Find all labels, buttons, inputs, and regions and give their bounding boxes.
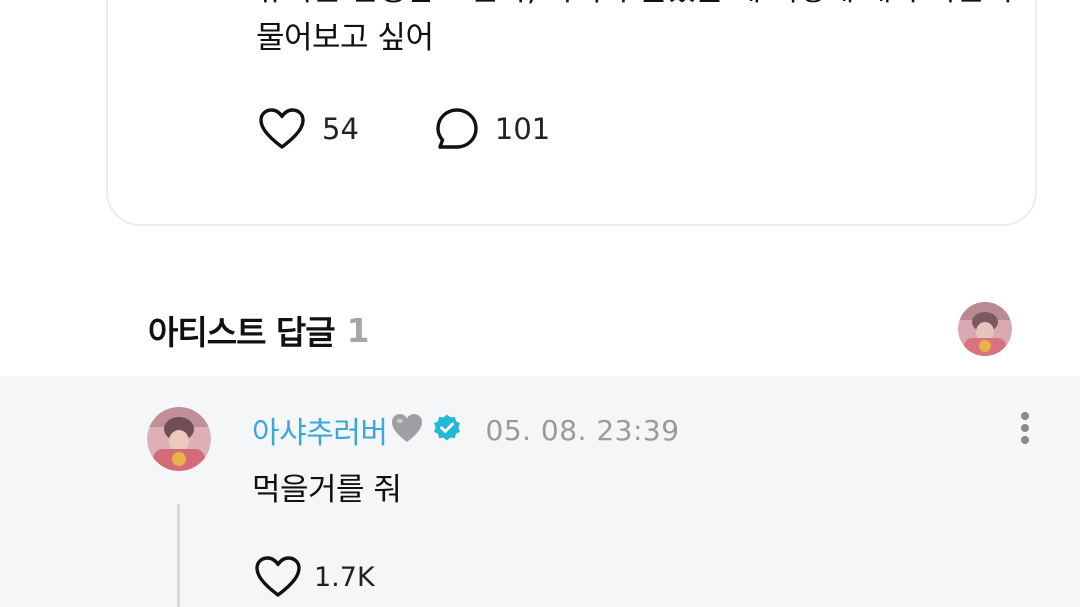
artist-avatar-small[interactable] bbox=[958, 302, 1012, 356]
reply-author-avatar[interactable] bbox=[147, 407, 211, 471]
reply-timestamp: 05. 08. 23:39 bbox=[485, 413, 680, 447]
post-card: 유치원 선생님 도훈아, 아이가 울었을 때 어떻게 해야 하는지 물어보고 싶… bbox=[106, 0, 1037, 226]
post-comment-button[interactable]: 101 bbox=[435, 107, 550, 151]
artist-photo-icon bbox=[958, 302, 1012, 356]
grey-heart-icon bbox=[390, 412, 424, 448]
heart-outline-icon bbox=[255, 556, 301, 597]
post-comment-count: 101 bbox=[494, 112, 551, 146]
reply-like-count: 1.7K bbox=[314, 561, 375, 593]
reply-author-name[interactable]: 아샤추러버 bbox=[252, 408, 388, 452]
reply-text: 먹을거를 줘 bbox=[252, 472, 402, 508]
post-actions: 54 101 bbox=[258, 106, 626, 152]
post-like-count: 54 bbox=[322, 112, 359, 146]
artist-replies-header: 아티스트 답글 1 bbox=[148, 306, 370, 354]
speech-bubble-icon bbox=[436, 108, 478, 149]
reply-like-button[interactable]: 1.7K bbox=[254, 555, 375, 599]
verified-badge-icon bbox=[432, 413, 462, 447]
artist-replies-count: 1 bbox=[346, 310, 370, 350]
app-page: 유치원 선생님 도훈아, 아이가 울었을 때 어떻게 해야 하는지 물어보고 싶… bbox=[0, 0, 1080, 607]
artist-photo-icon bbox=[147, 407, 211, 471]
heart-outline-icon bbox=[259, 108, 305, 149]
reply-actions: 1.7K bbox=[254, 555, 375, 599]
artist-reply: 아샤추러버 05. 08. 23:39 먹을거를 줘 1.7K bbox=[0, 376, 1080, 607]
artist-replies-title: 아티스트 답글 bbox=[148, 313, 336, 352]
reply-meta: 아샤추러버 05. 08. 23:39 bbox=[252, 408, 680, 452]
post-text: 유치원 선생님 도훈아, 아이가 울었을 때 어떻게 해야 하는지 물어보고 싶… bbox=[256, 0, 1013, 56]
thread-line bbox=[177, 504, 180, 607]
more-vertical-icon[interactable] bbox=[1010, 408, 1040, 448]
post-like-button[interactable]: 54 bbox=[258, 107, 359, 151]
